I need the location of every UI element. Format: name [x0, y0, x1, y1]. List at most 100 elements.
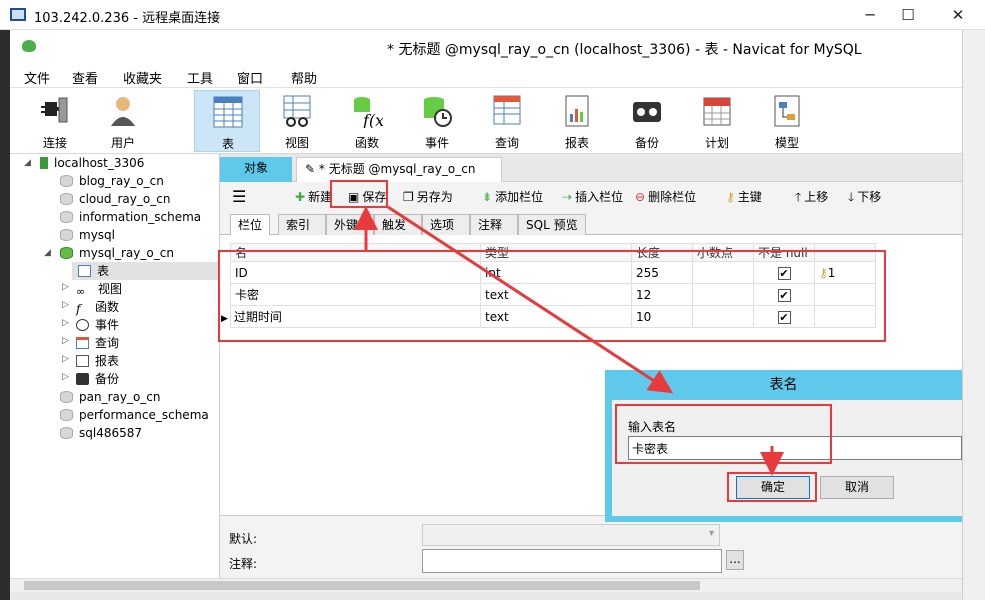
collapse-arrow-icon[interactable]: ◢: [24, 158, 31, 168]
menu-favorites[interactable]: 收藏夹: [123, 68, 162, 87]
database-icon: [60, 211, 73, 223]
tree-item-backups[interactable]: 备份: [76, 370, 119, 388]
menu-tools[interactable]: 工具: [187, 68, 213, 87]
plug-icon: [41, 97, 68, 123]
tree-item-views[interactable]: ∞ 视图: [76, 280, 122, 298]
button-label: 插入栏位: [575, 190, 624, 204]
tree-label: mysql: [79, 228, 115, 242]
tree-db[interactable]: information_schema: [60, 208, 201, 226]
table-design-icon: ✎: [305, 162, 319, 176]
expand-arrow-icon[interactable]: ▷: [62, 300, 69, 310]
connection-icon: [40, 157, 48, 169]
tab-objects[interactable]: 对象: [220, 157, 292, 182]
move-up-button[interactable]: 🡑 上移: [795, 187, 828, 207]
toolbar-user-button[interactable]: 用户: [90, 90, 156, 152]
add-field-button[interactable]: ⇟ 添加栏位: [482, 187, 543, 207]
tree-label: 查询: [95, 336, 120, 350]
insert-field-button[interactable]: ⇢ 插入栏位: [562, 187, 623, 207]
tree-item-functions[interactable]: f 函数: [76, 298, 119, 316]
tree-item-tables[interactable]: 表: [72, 262, 218, 280]
expand-arrow-icon[interactable]: ▷: [62, 318, 69, 328]
tree-label: 报表: [95, 354, 120, 368]
tab-comment[interactable]: 注释: [470, 214, 518, 235]
expand-arrow-icon[interactable]: ▷: [62, 354, 69, 364]
tree-connection[interactable]: localhost_3306: [40, 154, 144, 172]
menu-window[interactable]: 窗口: [237, 68, 263, 87]
default-select[interactable]: ▾: [422, 524, 720, 546]
tree-item-events[interactable]: 事件: [76, 316, 119, 334]
tree-item-queries[interactable]: 查询: [76, 334, 119, 352]
table-icon: [78, 265, 91, 277]
delete-field-button[interactable]: ⊖ 删除栏位: [635, 187, 696, 207]
tab-sql-preview[interactable]: SQL 预览: [518, 214, 586, 235]
toolbar-model-button[interactable]: 模型: [754, 90, 820, 152]
tab-foreign-keys[interactable]: 外键: [326, 214, 374, 235]
toolbar-label: 计划: [704, 136, 729, 150]
tab-options[interactable]: 选项: [422, 214, 470, 235]
database-icon: [60, 247, 73, 259]
toolbar-report-button[interactable]: 报表: [544, 90, 610, 152]
collapse-arrow-icon[interactable]: ◢: [44, 248, 51, 258]
move-down-button[interactable]: 🡓 下移: [848, 187, 881, 207]
insert-field-icon: ⇢: [562, 190, 573, 204]
tree-db[interactable]: cloud_ray_o_cn: [60, 190, 170, 208]
expand-arrow-icon[interactable]: ▷: [62, 336, 69, 346]
hamburger-menu-icon[interactable]: ☰: [232, 187, 246, 207]
horizontal-scrollbar[interactable]: [10, 578, 962, 592]
scrollbar-thumb[interactable]: [24, 581, 700, 590]
annotation-box-fields: [218, 250, 886, 342]
tree-label: 函数: [95, 300, 120, 314]
query-icon: [76, 337, 89, 349]
tab-fields[interactable]: 栏位: [230, 214, 271, 236]
toolbar-schedule-button[interactable]: 计划: [684, 90, 750, 152]
tree-db[interactable]: performance_schema: [60, 406, 209, 424]
tree-db[interactable]: pan_ray_o_cn: [60, 388, 161, 406]
menu-file[interactable]: 文件: [24, 68, 50, 87]
cancel-button[interactable]: 取消: [820, 476, 894, 499]
expand-arrow-icon[interactable]: ▷: [62, 282, 69, 292]
button-label: 另存为: [416, 190, 453, 204]
toolbar-query-button[interactable]: 查询: [474, 90, 540, 152]
new-button[interactable]: ✚ 新建: [295, 187, 332, 207]
toolbar-table-button[interactable]: 表: [194, 90, 260, 152]
tree-db[interactable]: sql486587: [60, 424, 142, 442]
backup-icon: [76, 373, 89, 385]
toolbar-label: 事件: [424, 136, 449, 150]
tree-db[interactable]: mysql: [60, 226, 115, 244]
maximize-button[interactable]: ☐: [885, 0, 931, 30]
comment-input[interactable]: [422, 549, 722, 573]
tree-db[interactable]: blog_ray_o_cn: [60, 172, 164, 190]
tree-db-open[interactable]: mysql_ray_o_cn: [60, 244, 174, 262]
tab-triggers[interactable]: 触发器: [374, 214, 422, 252]
save-as-button[interactable]: ❐ 另存为: [403, 187, 453, 207]
tree-label: cloud_ray_o_cn: [79, 192, 171, 206]
menu-help[interactable]: 帮助: [291, 68, 317, 87]
tree-label: mysql_ray_o_cn: [79, 246, 174, 260]
view-icon: ∞: [76, 285, 86, 298]
menubar: 文件 查看 收藏夹 工具 窗口 帮助: [10, 63, 962, 88]
button-label: 删除栏位: [648, 190, 697, 204]
toolbar-connect-button[interactable]: 连接: [22, 90, 88, 152]
comment-browse-button[interactable]: ...: [726, 550, 744, 570]
toolbar-backup-button[interactable]: 备份: [614, 90, 680, 152]
close-button[interactable]: ✕: [935, 0, 981, 30]
menu-view[interactable]: 查看: [72, 68, 98, 87]
key-icon: ⚷: [726, 190, 735, 204]
toolbar-function-button[interactable]: f(x) 函数: [334, 90, 400, 152]
toolbar-view-button[interactable]: 视图: [264, 90, 330, 152]
vertical-scrollbar[interactable]: [962, 30, 985, 600]
default-label: 默认:: [229, 532, 258, 546]
tab-indexes[interactable]: 索引: [278, 214, 326, 235]
primary-key-button[interactable]: ⚷ 主键: [726, 187, 762, 207]
toolbar-event-button[interactable]: 事件: [404, 90, 470, 152]
tab-current-table[interactable]: ✎ * 无标题 @mysql_ray_o_cn (l...: [296, 157, 502, 199]
navicat-titlebar: * 无标题 @mysql_ray_o_cn (localhost_3306) -…: [10, 30, 962, 63]
svg-text:f(x): f(x): [362, 111, 383, 128]
annotation-box-save: [330, 180, 388, 208]
expand-arrow-icon[interactable]: ▷: [62, 372, 69, 382]
tree-item-reports[interactable]: 报表: [76, 352, 119, 370]
comment-label: 注释:: [229, 557, 258, 571]
main-toolbar: 连接 用户 表 视图 f(x) 函数 事件 查询 报表: [10, 88, 962, 154]
tree-label: 事件: [95, 318, 120, 332]
button-label: 上移: [804, 190, 829, 204]
